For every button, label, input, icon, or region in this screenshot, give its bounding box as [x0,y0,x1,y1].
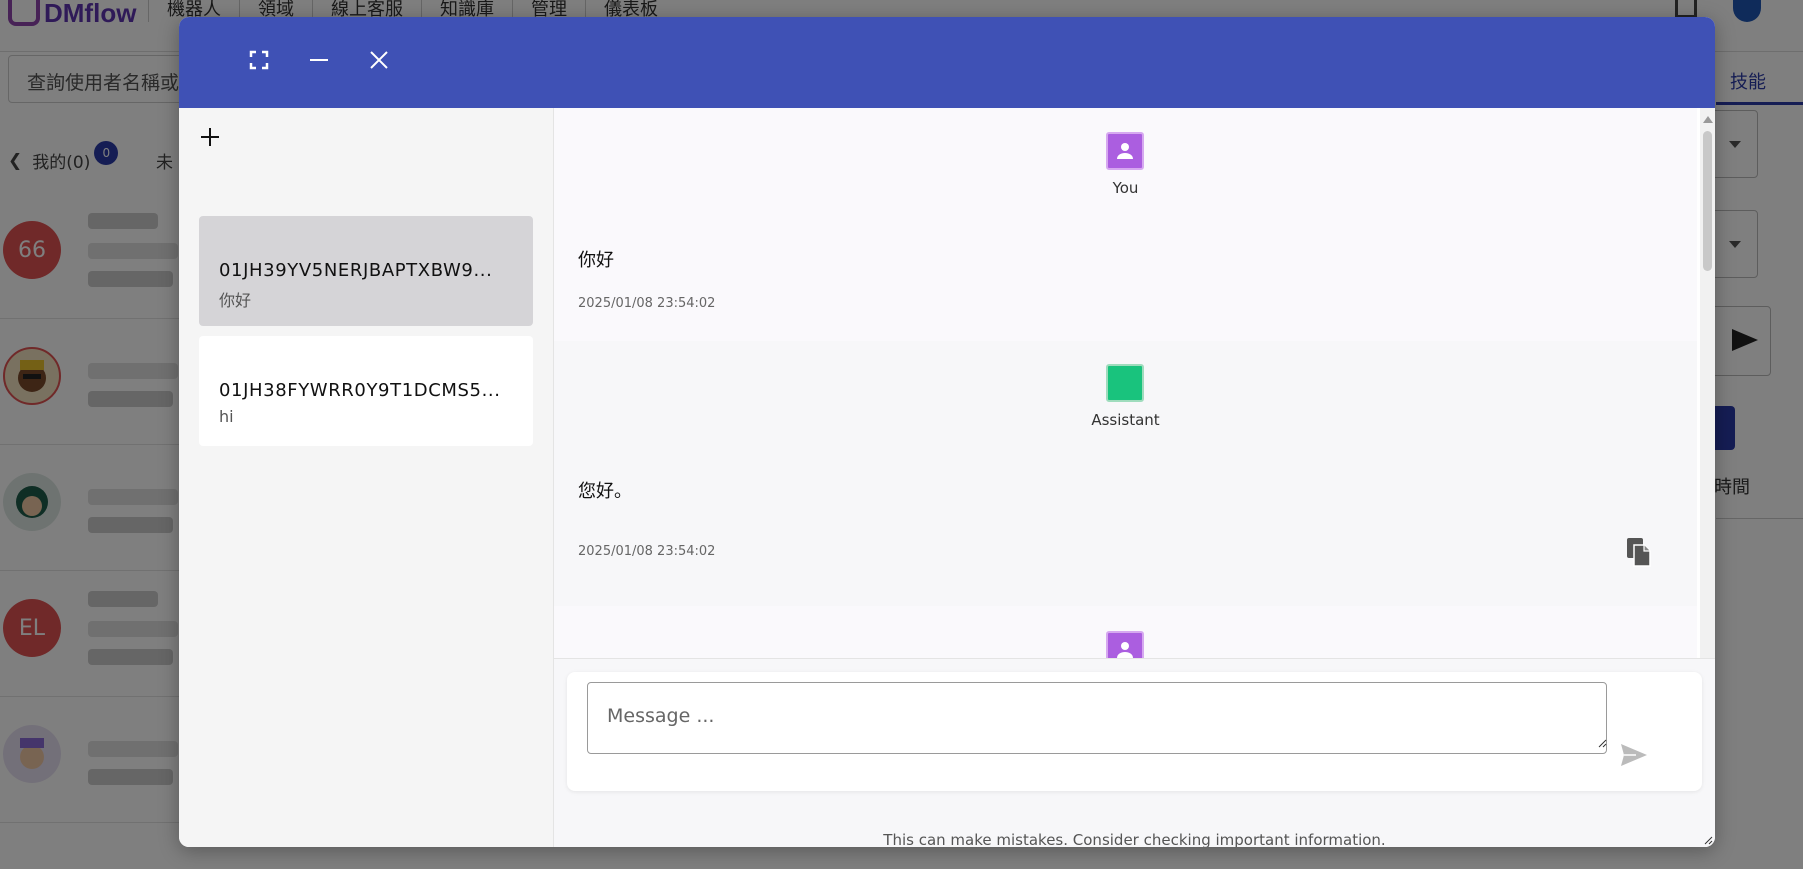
minimize-icon [310,59,328,61]
conversation-title: 01JH39YV5NERJBAPTXBW9... [219,260,493,281]
copy-button[interactable] [1624,536,1654,568]
chat-scrollbar[interactable] [1700,108,1715,668]
message-assistant: Assistant 您好。 2025/01/08 23:54:02 [554,341,1697,606]
chat-dialog: 01JH39YV5NERJBAPTXBW9... 你好 01JH38FYWRR0… [179,17,1715,847]
conversation-title: 01JH38FYWRR0Y9T1DCMS5... [219,380,501,401]
copy-icon [1627,538,1651,567]
fullscreen-icon [249,50,269,70]
close-icon [370,51,388,69]
message-role: Assistant [1091,411,1160,429]
scroll-thumb[interactable] [1703,131,1712,271]
send-message-button[interactable] [1615,736,1653,774]
composer-card [567,672,1702,791]
message-list: You 你好 2025/01/08 23:54:02 Assistant 您好。… [554,108,1715,658]
send-icon [1621,744,1647,766]
conversation-preview: hi [219,407,234,426]
message-text: 您好。 [578,481,632,502]
message-timestamp: 2025/01/08 23:54:02 [578,544,716,559]
composer: This can make mistakes. Consider checkin… [554,658,1715,847]
message-user [554,606,1697,658]
fullscreen-button[interactable] [243,44,275,76]
user-icon [1117,642,1133,658]
assistant-avatar [1106,364,1144,402]
user-icon [1117,143,1133,159]
minimize-button[interactable] [303,44,335,76]
new-conversation-button[interactable] [195,122,225,152]
user-avatar [1106,631,1144,658]
user-avatar [1106,132,1144,170]
conversation-sidebar: 01JH39YV5NERJBAPTXBW9... 你好 01JH38FYWRR0… [179,108,554,847]
close-button[interactable] [363,44,395,76]
message-role: You [1112,179,1139,197]
disclaimer-text: This can make mistakes. Consider checkin… [883,831,1386,847]
dialog-header [179,17,1715,108]
resize-grip-icon[interactable] [1597,738,1607,748]
message-input[interactable] [587,682,1607,754]
plus-icon [201,128,219,146]
message-text: 你好 [578,250,614,271]
dialog-resize-icon[interactable] [1703,835,1713,845]
scroll-up-icon[interactable] [1703,116,1713,123]
conversation-preview: 你好 [219,291,252,310]
message-user: You 你好 2025/01/08 23:54:02 [554,108,1697,341]
conversation-item[interactable]: 01JH38FYWRR0Y9T1DCMS5... hi [199,336,533,446]
conversation-item[interactable]: 01JH39YV5NERJBAPTXBW9... 你好 [199,216,533,326]
message-timestamp: 2025/01/08 23:54:02 [578,296,716,311]
